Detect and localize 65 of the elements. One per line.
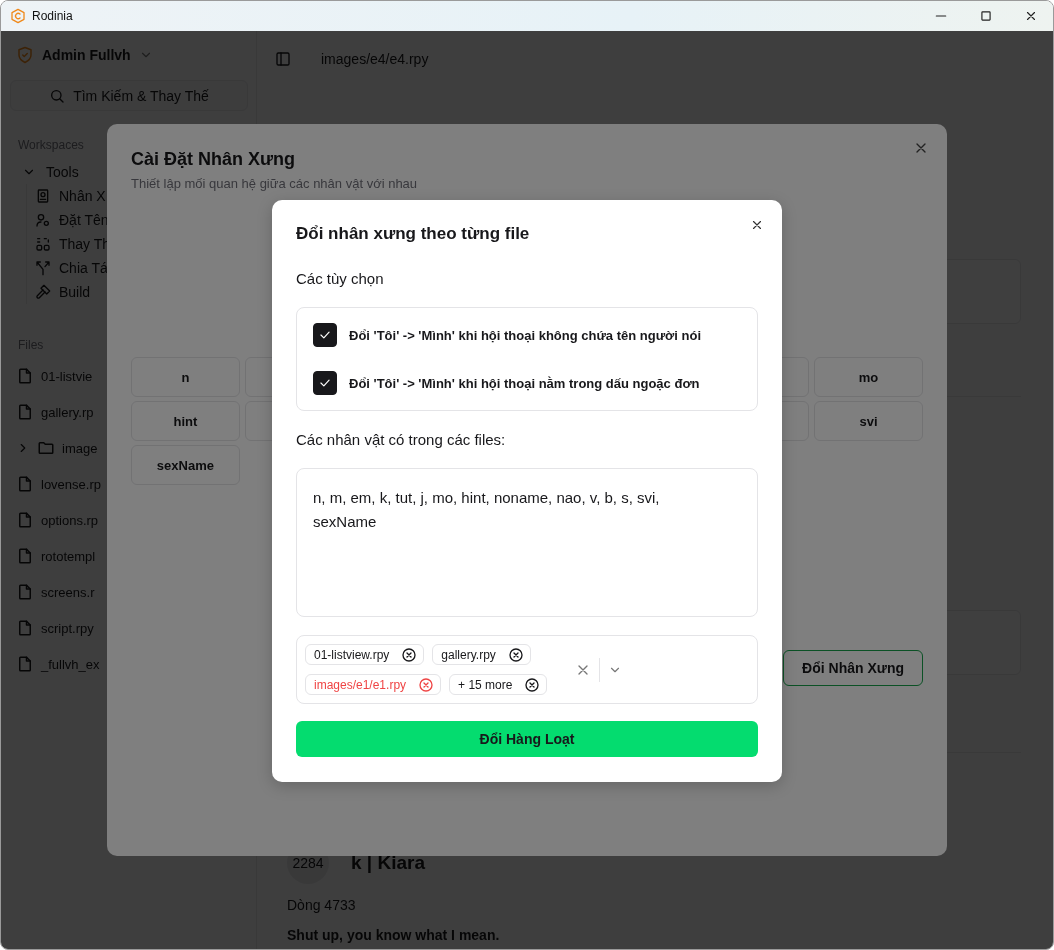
dialog-title: Đổi nhân xưng theo từng file bbox=[296, 223, 531, 245]
file-item[interactable]: lovense.rp bbox=[41, 476, 101, 492]
person-icon bbox=[35, 212, 51, 228]
file-path: images/e4/e4.rpy bbox=[321, 51, 429, 67]
checkbox[interactable] bbox=[313, 323, 337, 347]
checkbox[interactable] bbox=[313, 371, 337, 395]
file-icon bbox=[16, 475, 34, 493]
split-arrow-icon bbox=[35, 260, 51, 276]
remove-icon[interactable] bbox=[401, 646, 418, 663]
submit-button[interactable]: Đổi Hàng Loạt bbox=[296, 721, 758, 757]
file-icon bbox=[16, 619, 34, 637]
dialog-title: Cài Đặt Nhân Xưng bbox=[131, 148, 297, 170]
file-item[interactable]: script.rpy bbox=[41, 620, 94, 636]
search-icon bbox=[49, 87, 66, 104]
section-label: Các tùy chọn bbox=[296, 269, 385, 289]
close-icon[interactable] bbox=[1024, 9, 1038, 23]
option-label: Đổi 'Tôi' -> 'Mình' khi hội thoại nằm trong dấu ngoặc đơn bbox=[349, 375, 700, 391]
speaker-name: k | Kiara bbox=[351, 852, 425, 874]
file-item[interactable]: gallery.rp bbox=[41, 404, 94, 420]
file-item[interactable]: rototempl bbox=[41, 548, 96, 564]
option-label: Đổi 'Tôi' -> 'Mình' khi hội thoại không chứa tên người nói bbox=[349, 327, 702, 343]
tag-label: gallery.rpy bbox=[441, 647, 496, 662]
file-icon bbox=[16, 511, 34, 529]
file-icon bbox=[16, 655, 34, 673]
tree-item[interactable]: Chia Tá bbox=[59, 260, 108, 276]
character-button[interactable]: n bbox=[131, 357, 240, 397]
file-icon bbox=[16, 583, 34, 601]
section-label: Các nhân vật có trong các files: bbox=[296, 430, 507, 450]
apply-button[interactable]: Đổi Nhân Xưng bbox=[783, 650, 923, 686]
contact-card-icon bbox=[35, 188, 51, 204]
file-select[interactable]: 01-listview.rpy gallery.rpy images/e1/e1.rpy + 15 more bbox=[296, 635, 758, 704]
shield-icon bbox=[16, 46, 34, 64]
tag-label: + 15 more bbox=[458, 677, 513, 692]
file-icon bbox=[16, 403, 34, 421]
sidebar-toggle-icon[interactable] bbox=[275, 51, 291, 67]
window-title: Rodinia bbox=[32, 9, 73, 23]
character-button[interactable]: hint bbox=[131, 401, 240, 441]
replace-icon bbox=[35, 236, 51, 252]
file-item[interactable]: options.rp bbox=[41, 512, 99, 528]
character-button[interactable]: svi bbox=[814, 401, 923, 441]
folder-icon bbox=[37, 439, 55, 457]
file-item[interactable]: 01-listvie bbox=[41, 368, 93, 384]
user-menu[interactable]: Admin Fullvh bbox=[42, 47, 131, 63]
dialogue-text: Shut up, you know what I mean. bbox=[287, 927, 501, 943]
character-button[interactable]: mo bbox=[814, 357, 923, 397]
tree-item[interactable]: Nhân X bbox=[59, 188, 106, 204]
file-icon bbox=[16, 547, 34, 565]
dialog-subtitle: Thiết lập mối quan hệ giữa các nhân vật với nhau bbox=[131, 175, 419, 193]
logo-icon bbox=[10, 8, 26, 24]
file-item[interactable]: image bbox=[62, 440, 98, 456]
file-item[interactable]: _fullvh_ex bbox=[41, 656, 100, 672]
tree-item[interactable]: Build bbox=[59, 284, 91, 300]
remove-icon[interactable] bbox=[507, 646, 524, 663]
file-icon bbox=[16, 367, 34, 385]
character-button[interactable]: sexName bbox=[131, 445, 240, 485]
tag-label: images/e1/e1.rpy bbox=[314, 677, 407, 692]
characters-field[interactable]: n, m, em, k, tut, j, mo, hint, noname, nao, v, b, s, svi, sexName bbox=[296, 468, 758, 617]
remove-icon[interactable] bbox=[524, 676, 541, 693]
tag-label: 01-listview.rpy bbox=[314, 647, 390, 662]
close-icon[interactable] bbox=[750, 218, 764, 232]
line-number: Dòng 4733 bbox=[287, 897, 357, 913]
tree-item[interactable]: Tools bbox=[46, 164, 79, 180]
hammer-icon bbox=[35, 284, 51, 300]
maximize-icon[interactable] bbox=[979, 9, 993, 23]
file-item[interactable]: screens.r bbox=[41, 584, 95, 600]
